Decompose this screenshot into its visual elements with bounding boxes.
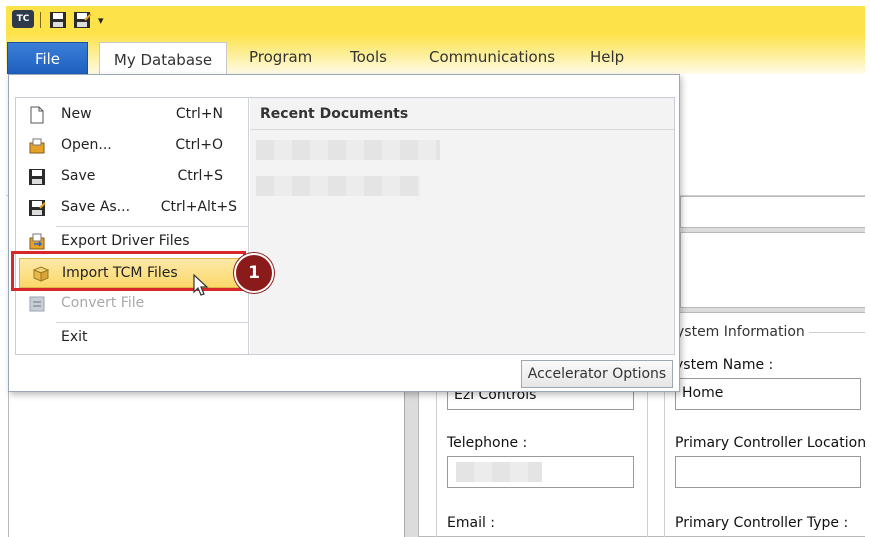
menu-item-exit[interactable]: Exit [16,323,249,353]
save-as-icon[interactable] [72,10,92,30]
new-document-icon [28,106,46,124]
tab-help[interactable]: Help [590,48,624,66]
menu-item-open[interactable]: Open... Ctrl+O [16,131,249,161]
redacted-telephone [456,462,542,482]
mouse-pointer-icon [193,273,211,298]
save-icon [28,168,46,186]
menu-item-new[interactable]: New Ctrl+N [16,100,249,130]
menu-item-shortcut: Ctrl+Alt+S [160,199,237,215]
toolbar-strip [680,196,865,228]
step-number-badge: 1 [234,253,274,293]
file-menu-body: New Ctrl+N Open... Ctrl+O Save Ctrl+S Sa… [15,97,675,355]
save-icon[interactable] [48,10,68,30]
menu-item-convert-file: Convert File [16,289,249,319]
tab-communications[interactable]: Communications [429,48,555,66]
menu-item-shortcut: Ctrl+S [177,168,223,184]
tab-tools[interactable]: Tools [350,48,387,66]
customize-toolbar-chevron-icon[interactable]: ▾ [98,10,104,30]
tab-file[interactable]: File [7,42,88,74]
primary-controller-location-field[interactable] [675,456,861,488]
app-logo: TC [12,10,34,28]
toolbar-panel [680,232,865,308]
export-icon [28,233,46,251]
redacted-recent-document[interactable] [256,140,440,160]
menu-item-label: Save [61,168,96,184]
telephone-field[interactable] [447,456,634,488]
menu-item-label: Export Driver Files [61,233,190,249]
menu-item-shortcut: Ctrl+O [175,137,223,153]
file-menu-dropdown: New Ctrl+N Open... Ctrl+O Save Ctrl+S Sa… [8,74,680,392]
menu-item-shortcut: Ctrl+N [175,106,223,122]
recent-documents-pane: Recent Documents [250,98,674,354]
recent-documents-title: Recent Documents [250,98,674,130]
tab-my-database[interactable]: My Database [99,42,227,76]
menu-item-label: Save As... [61,199,131,215]
menu-item-save-as[interactable]: Save As... Ctrl+Alt+S [16,193,249,223]
system-info-title: ystem Information [676,324,809,340]
quick-access-toolbar: TC ▾ [6,6,865,34]
system-name-label: ystem Name : [675,357,774,373]
save-as-icon [28,199,46,217]
menu-item-label: Convert File [61,295,145,311]
system-name-field[interactable]: Home [675,378,861,410]
tab-program[interactable]: Program [249,48,312,66]
left-pane [8,392,404,537]
telephone-label: Telephone : [447,435,528,451]
menu-item-label: Open... [61,137,112,153]
email-label: Email : [447,515,496,531]
file-menu-list: New Ctrl+N Open... Ctrl+O Save Ctrl+S Sa… [16,98,249,354]
primary-controller-location-label: Primary Controller Location [675,435,867,451]
primary-controller-type-label: Primary Controller Type : [675,515,849,531]
menu-item-save[interactable]: Save Ctrl+S [16,162,249,192]
ribbon-tab-row: File My Database Program Tools Communica… [6,34,865,76]
redacted-recent-document[interactable] [256,176,420,196]
menu-item-label: New [61,106,92,122]
open-folder-icon [28,137,46,155]
toolbar-separator [40,12,41,28]
accelerator-options-button[interactable]: Accelerator Options [521,360,673,388]
convert-file-icon [28,295,46,313]
menu-item-label: Exit [61,329,88,345]
